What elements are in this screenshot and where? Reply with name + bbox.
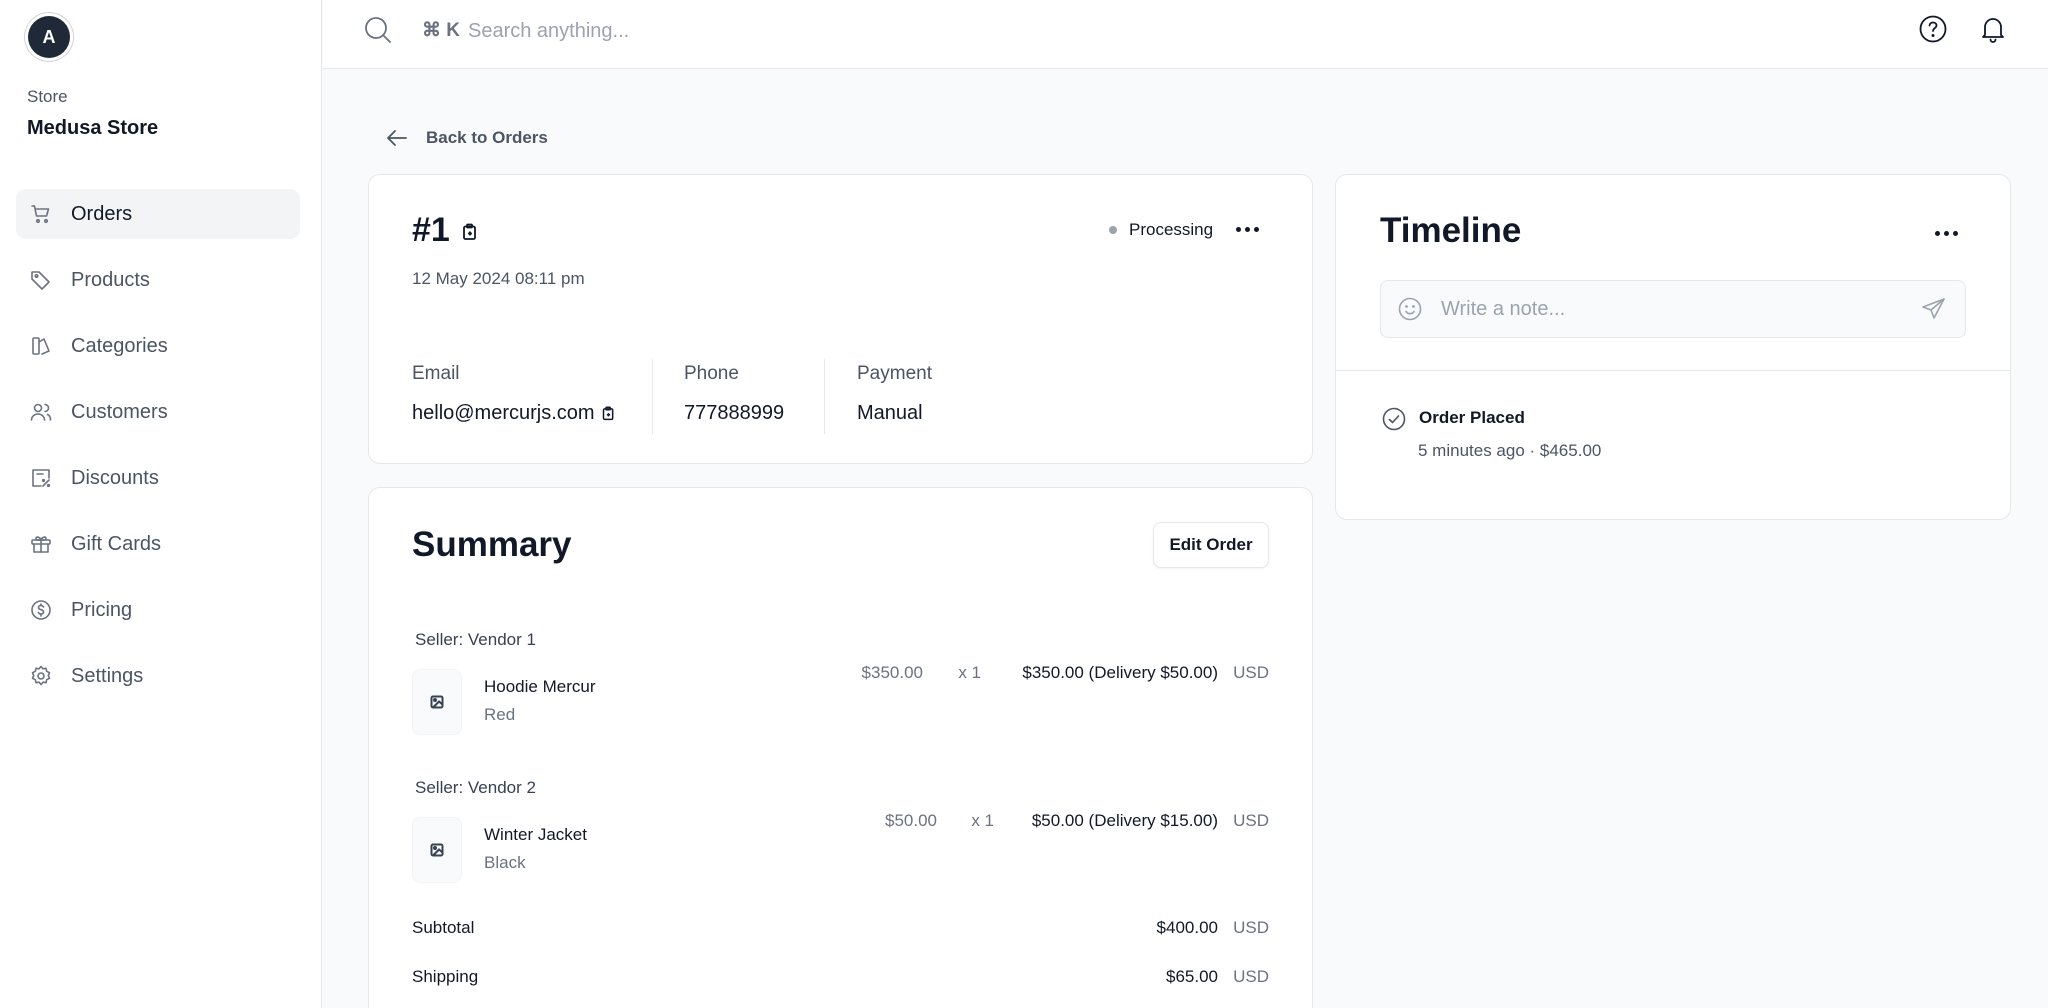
phone-label: Phone — [684, 363, 739, 384]
subtotal-value: $400.00 — [1156, 918, 1218, 937]
item-unit-price: $50.00 — [885, 811, 937, 830]
send-icon[interactable] — [1921, 296, 1949, 324]
edit-order-button[interactable]: Edit Order — [1153, 522, 1269, 568]
summary-card: Summary Edit Order Seller: Vendor 1 Hood… — [368, 487, 1313, 1008]
item-currency: USD — [1233, 663, 1269, 682]
avatar[interactable]: A — [28, 16, 70, 58]
sidebar-item-label: Products — [71, 268, 150, 291]
status-badge: Processing — [1109, 220, 1213, 240]
payment-value: Manual — [857, 402, 923, 424]
timeline-event-title: Order Placed — [1419, 408, 1525, 427]
categories-icon — [28, 333, 54, 359]
subtotal-label: Subtotal — [412, 918, 475, 937]
sidebar-item-pricing[interactable]: Pricing — [16, 585, 300, 635]
item-variant: Black — [484, 853, 526, 872]
sidebar-item-label: Settings — [71, 664, 144, 687]
phone-value: 777888999 — [684, 402, 785, 424]
sidebar-item-label: Gift Cards — [71, 532, 162, 555]
sidebar-item-discounts[interactable]: Discounts — [16, 453, 300, 503]
emoji-icon[interactable] — [1397, 296, 1423, 322]
search-shortcut: ⌘ K — [422, 20, 460, 41]
item-unit-price: $350.00 — [861, 663, 923, 682]
tag-icon — [28, 267, 54, 293]
item-variant: Red — [484, 705, 516, 724]
item-quantity: x 1 — [958, 663, 981, 682]
sidebar-item-orders[interactable]: Orders — [16, 189, 300, 239]
status-dot — [1109, 226, 1117, 234]
timeline-event-meta: 5 minutes ago · $465.00 — [1418, 441, 1602, 460]
divider — [652, 359, 653, 434]
order-date: 12 May 2024 08:11 pm — [412, 269, 585, 288]
seller-label: Seller: Vendor 1 — [415, 630, 536, 649]
bell-icon[interactable] — [1978, 14, 2010, 46]
seller-label: Seller: Vendor 2 — [415, 778, 536, 797]
item-quantity: x 1 — [971, 811, 994, 830]
product-thumbnail — [412, 669, 462, 735]
divider — [1336, 370, 2010, 371]
users-icon — [28, 399, 54, 425]
sidebar-item-gift-cards[interactable]: Gift Cards — [16, 519, 300, 569]
search-input[interactable] — [468, 14, 1068, 48]
sidebar-item-categories[interactable]: Categories — [16, 321, 300, 371]
status-label: Processing — [1129, 220, 1214, 239]
back-to-orders-link[interactable]: Back to Orders — [384, 125, 548, 151]
email-value: hello@mercurjs.com — [412, 402, 595, 424]
copy-icon[interactable] — [461, 223, 481, 243]
shipping-label: Shipping — [412, 967, 479, 986]
sidebar-item-label: Categories — [71, 334, 168, 357]
image-icon — [430, 843, 444, 857]
timeline-more-button[interactable] — [1931, 218, 1961, 248]
arrow-left-icon — [387, 130, 407, 146]
item-total: $350.00 (Delivery $50.00) — [1022, 663, 1218, 682]
shipping-value: $65.00 — [1166, 967, 1218, 986]
back-link-label: Back to Orders — [426, 128, 548, 147]
discount-icon — [28, 465, 54, 491]
sidebar-item-customers[interactable]: Customers — [16, 387, 300, 437]
store-name[interactable]: Medusa Store — [27, 117, 158, 140]
sidebar-item-label: Pricing — [71, 598, 133, 621]
image-icon — [430, 695, 444, 709]
store-caption: Store — [27, 87, 68, 106]
subtotal-currency: USD — [1233, 918, 1269, 937]
topbar: ⌘ K — [323, 0, 2048, 69]
order-number: #1 — [412, 211, 450, 249]
help-icon[interactable] — [1918, 14, 1950, 46]
item-total: $50.00 (Delivery $15.00) — [1031, 811, 1218, 830]
timeline-title: Timeline — [1380, 211, 1522, 250]
copy-email-icon[interactable] — [601, 406, 617, 422]
divider — [824, 359, 825, 434]
sidebar-item-label: Orders — [71, 202, 133, 225]
note-composer — [1380, 280, 1966, 338]
item-currency: USD — [1233, 811, 1269, 830]
product-thumbnail — [412, 817, 462, 883]
email-label: Email — [412, 363, 460, 384]
dollar-icon — [28, 597, 54, 623]
sidebar-item-products[interactable]: Products — [16, 255, 300, 305]
payment-label: Payment — [857, 363, 932, 384]
gear-icon — [28, 663, 54, 689]
note-input[interactable] — [1441, 292, 1901, 326]
search-icon[interactable] — [363, 15, 393, 45]
sidebar-nav: Orders Products Categories Customers Dis… — [16, 189, 300, 717]
item-name: Hoodie Mercur — [484, 677, 596, 696]
check-circle-icon — [1381, 406, 1407, 432]
sidebar-item-label: Discounts — [71, 466, 159, 489]
sidebar: A Store Medusa Store Orders Products Cat… — [0, 0, 322, 1008]
sidebar-item-settings[interactable]: Settings — [16, 651, 300, 701]
cart-icon — [28, 201, 54, 227]
summary-title: Summary — [412, 525, 572, 564]
order-details-card: #1 12 May 2024 08:11 pm Processing Email… — [368, 174, 1313, 464]
gift-icon — [28, 531, 54, 557]
timeline-card: Timeline Order Placed 5 minutes ago · $4… — [1335, 174, 2011, 520]
item-name: Winter Jacket — [484, 825, 587, 844]
shipping-currency: USD — [1233, 967, 1269, 986]
order-more-button[interactable] — [1232, 214, 1262, 244]
sidebar-item-label: Customers — [71, 400, 168, 423]
